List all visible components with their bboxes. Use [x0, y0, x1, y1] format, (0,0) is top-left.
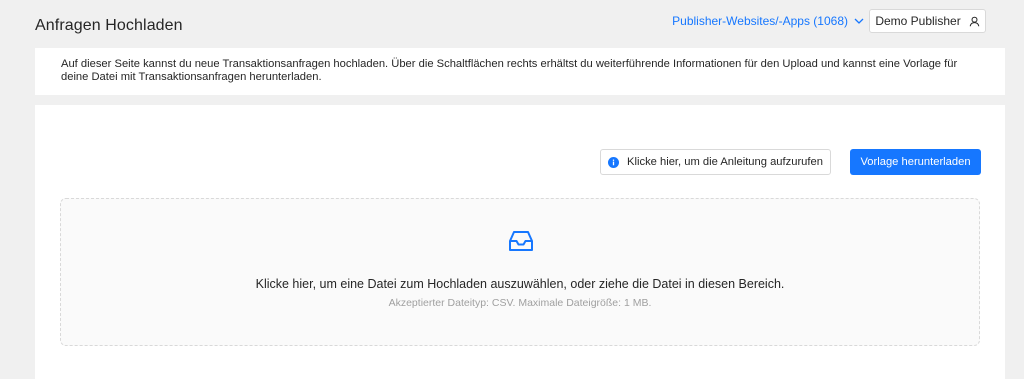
download-button-label: Vorlage herunterladen	[860, 156, 971, 168]
page-title: Anfragen Hochladen	[35, 17, 183, 34]
user-icon	[969, 16, 979, 26]
dropzone-hint: Akzeptierter Dateityp: CSV. Maximale Dat…	[388, 297, 652, 309]
info-panel: Auf dieser Seite kannst du neue Transakt…	[35, 48, 1005, 95]
download-template-button[interactable]: Vorlage herunterladen	[850, 149, 981, 175]
user-menu-button[interactable]: Demo Publisher	[869, 9, 986, 33]
chevron-down-icon	[854, 18, 864, 24]
help-button-label: Klicke hier, um die Anleitung aufzurufen	[627, 156, 823, 168]
dropzone-text: Klicke hier, um eine Datei zum Hochladen…	[255, 277, 785, 291]
publisher-select-label: Publisher-Websites/-Apps (1068)	[672, 14, 848, 28]
upload-card: Klicke hier, um die Anleitung aufzurufen…	[35, 105, 1005, 379]
inbox-icon	[509, 231, 533, 251]
publisher-select[interactable]: Publisher-Websites/-Apps (1068)	[672, 14, 864, 28]
page-header: Anfragen Hochladen Publisher-Websites/-A…	[0, 0, 1024, 46]
info-text: Auf dieser Seite kannst du neue Transakt…	[61, 58, 958, 83]
upload-dropzone[interactable]: Klicke hier, um eine Datei zum Hochladen…	[60, 198, 980, 346]
user-button-label: Demo Publisher	[875, 14, 961, 28]
help-button[interactable]: Klicke hier, um die Anleitung aufzurufen	[600, 149, 831, 175]
info-icon	[608, 156, 620, 168]
